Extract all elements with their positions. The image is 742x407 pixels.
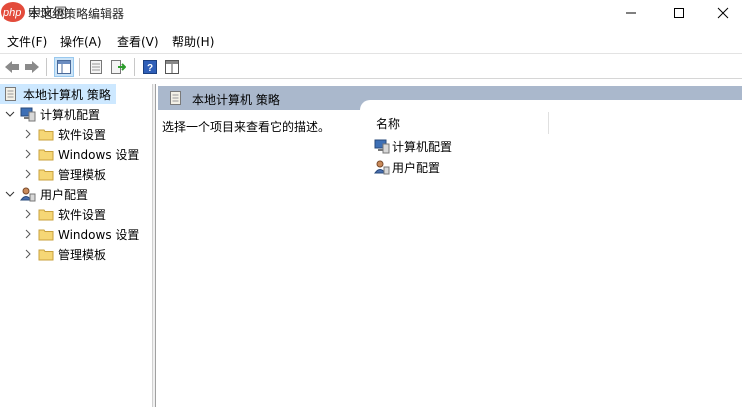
chevron-down-icon[interactable] [4,108,16,120]
help-icon: ? [143,60,157,74]
tree-item-label: 软件设置 [58,207,107,222]
tree-item-label: 管理模板 [58,247,107,262]
minimize-button[interactable] [608,0,654,26]
forward-arrow-icon [25,61,39,73]
minimize-icon [626,12,636,14]
tree-item-label: 管理模板 [58,167,107,182]
details-title: 本地计算机 策略 [192,93,280,107]
title-bar: php 中文网 本地组策略编辑器 [0,0,742,28]
back-arrow-icon [5,61,19,73]
properties-icon [90,60,102,74]
tree-item-label: Windows 设置 [58,147,140,162]
svg-text:php: php [2,7,21,19]
tree-item-label: 本地计算机 策略 [23,87,111,102]
toolbar: ? [0,53,742,79]
console-tree-icon [57,60,71,74]
export-list-button[interactable] [108,57,128,77]
policy-scroll-icon [170,91,181,105]
back-button[interactable] [2,57,22,77]
tree-item-software-settings[interactable]: 软件设置 [22,204,106,224]
menu-action[interactable]: 操作(A) [60,33,102,50]
action-pane-button[interactable] [162,57,182,77]
menu-bar: 文件(F) 操作(A) 查看(V) 帮助(H) [0,30,742,52]
tree-item-computer-config[interactable]: 计算机配置 [4,104,100,124]
tree-item-user-config[interactable]: 用户配置 [4,184,88,204]
close-icon [717,7,729,19]
list-item-label: 用户配置 [392,160,441,175]
forward-button[interactable] [22,57,42,77]
action-pane-icon [165,60,179,74]
maximize-button[interactable] [656,0,702,26]
tree-item-windows-settings[interactable]: Windows 设置 [22,144,139,164]
tree-item-label: 软件设置 [58,127,107,142]
details-pane: 本地计算机 策略 选择一个项目来查看它的描述。 名称 计算机配置 用户配置 [158,84,742,407]
description-text: 选择一个项目来查看它的描述。 [162,120,331,134]
chevron-down-icon[interactable] [4,188,16,200]
toolbar-separator [46,58,47,76]
chevron-right-icon[interactable] [22,168,34,180]
show-hide-tree-button[interactable] [54,57,74,77]
items-list: 名称 计算机配置 用户配置 [360,100,742,407]
tree-item-admin-templates[interactable]: 管理模板 [22,164,106,184]
window-title: 本地组策略编辑器 [28,7,125,21]
chevron-right-icon[interactable] [22,148,34,160]
folder-icon [38,226,54,242]
maximize-icon [674,8,684,18]
help-button[interactable]: ? [140,57,160,77]
menu-file[interactable]: 文件(F) [7,33,47,50]
menu-view[interactable]: 查看(V) [117,33,159,50]
chevron-right-icon[interactable] [22,208,34,220]
tree-item-local-policy[interactable]: 本地计算机 策略 [0,84,116,104]
user-icon [20,186,36,202]
console-tree: 本地计算机 策略 计算机配置 软件设置 Windows 设置 管理模板 用户配置… [0,84,152,407]
menu-help[interactable]: 帮助(H) [172,33,214,50]
chevron-right-icon[interactable] [22,248,34,260]
tree-item-windows-settings[interactable]: Windows 设置 [22,224,139,244]
computer-icon [20,106,36,122]
chevron-right-icon[interactable] [22,128,34,140]
list-item-user-config[interactable]: 用户配置 [374,158,440,176]
folder-icon [38,206,54,222]
tree-item-label: 用户配置 [40,187,89,202]
tree-item-admin-templates[interactable]: 管理模板 [22,244,106,264]
column-divider[interactable] [548,112,549,134]
list-item-label: 计算机配置 [392,139,453,154]
folder-icon [38,146,54,162]
toolbar-separator [79,58,80,76]
column-header-name[interactable]: 名称 [376,115,400,132]
tree-item-software-settings[interactable]: 软件设置 [22,124,106,144]
tree-item-label: Windows 设置 [58,227,140,242]
folder-icon [38,126,54,142]
folder-icon [38,246,54,262]
policy-scroll-icon [3,86,19,102]
svg-text:?: ? [147,63,153,74]
export-list-icon [111,60,126,74]
toolbar-separator [134,58,135,76]
chevron-right-icon[interactable] [22,228,34,240]
folder-icon [38,166,54,182]
list-item-computer-config[interactable]: 计算机配置 [374,137,452,155]
user-icon [374,159,390,175]
pane-splitter[interactable] [152,84,156,407]
properties-button[interactable] [86,57,106,77]
computer-icon [374,138,390,154]
tree-item-label: 计算机配置 [40,107,101,122]
close-button[interactable] [700,0,742,26]
